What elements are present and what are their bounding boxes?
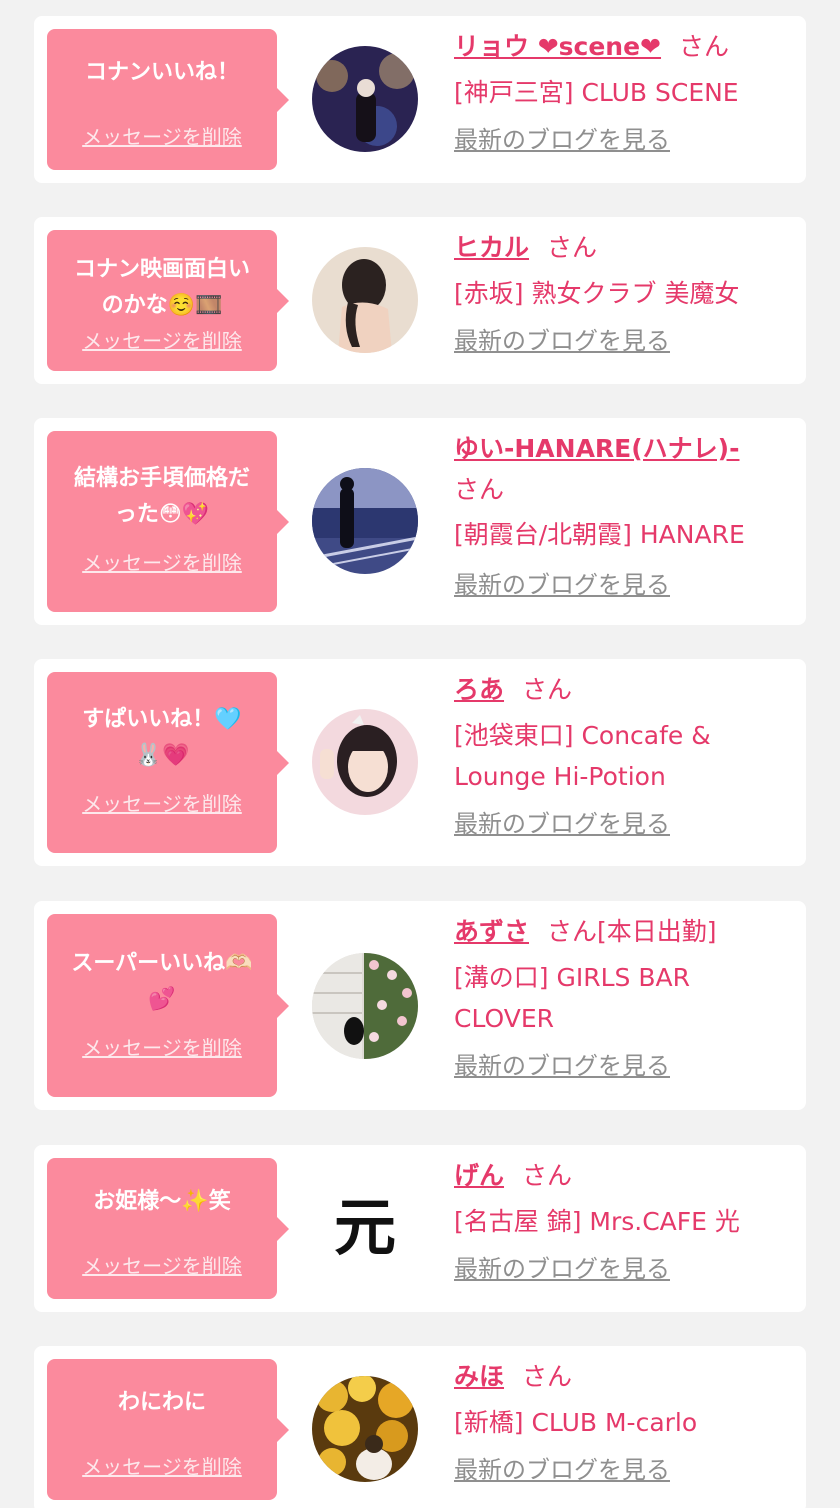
message-text: お姫様〜✨笑 — [93, 1189, 231, 1214]
delete-message-link[interactable]: メッセージを削除 — [47, 792, 277, 816]
honorific: さん — [522, 1362, 573, 1391]
avatar-icon[interactable] — [312, 468, 418, 574]
latest-blog-link[interactable]: 最新のブログを見る — [454, 809, 784, 839]
list-item: コナンいいね！ メッセージを削除 リョウ ❤scene❤ さん [神戸三宮] CL… — [34, 16, 806, 183]
message-bubble: わにわに メッセージを削除 — [47, 1359, 289, 1500]
honorific: さん — [547, 233, 598, 262]
avatar-icon[interactable] — [312, 247, 418, 353]
attendance-badge: [本日出勤] — [597, 917, 717, 946]
shop-name: [朝霞台/北朝霞] HANARE — [454, 520, 745, 549]
user-info: ろあ さん [池袋東口] Concafe & Lounge Hi-Potion 最… — [454, 669, 784, 839]
delete-message-link[interactable]: メッセージを削除 — [47, 1254, 277, 1278]
list-item: 結構お手頃価格だ った😳💖 メッセージを削除 ゆい-HANARE(ハナレ)- さ… — [34, 418, 806, 625]
shop-name: Lounge Hi-Potion — [454, 762, 666, 791]
user-info: ヒカル さん [赤坂] 熟女クラブ 美魔女 最新のブログを見る — [454, 227, 784, 356]
shop-name: CLOVER — [454, 1004, 554, 1033]
shop-name: [池袋東口] Concafe & — [454, 721, 711, 750]
honorific: さん — [522, 675, 573, 704]
latest-blog-link[interactable]: 最新のブログを見る — [454, 1051, 784, 1081]
shop-name: [名古屋 錦] Mrs.CAFE 光 — [454, 1207, 740, 1236]
message-text: わにわに — [117, 1390, 206, 1415]
message-bubble: お姫様〜✨笑 メッセージを削除 — [47, 1158, 289, 1299]
avatar-kanji: 元 — [334, 1191, 396, 1264]
message-bubble: コナン映画面白い のかな☺️🎞️ メッセージを削除 — [47, 230, 289, 371]
list-item: スーパーいいね🫶🏻 💕 メッセージを削除 あずさ さん[本日出勤] [溝の口] G… — [34, 901, 806, 1110]
user-name-link[interactable]: リョウ ❤scene❤ — [454, 32, 661, 61]
message-text: 結構お手頃価格だ った😳💖 — [73, 466, 250, 527]
list-item: お姫様〜✨笑 メッセージを削除 元 げん さん [名古屋 錦] Mrs.CAFE … — [34, 1145, 806, 1312]
user-info: あずさ さん[本日出勤] [溝の口] GIRLS BAR CLOVER 最新のブロ… — [454, 911, 784, 1081]
latest-blog-link[interactable]: 最新のブログを見る — [454, 326, 784, 356]
delete-message-link[interactable]: メッセージを削除 — [47, 125, 277, 149]
list-item: コナン映画面白い のかな☺️🎞️ メッセージを削除 ヒカル さん [赤坂] 熟女ク… — [34, 217, 806, 384]
message-text: スーパーいいね🫶🏻 💕 — [71, 951, 253, 1012]
delete-message-link[interactable]: メッセージを削除 — [47, 1036, 277, 1060]
list-item: すぱいいね！🩵 🐰💗 メッセージを削除 ろあ さん [池袋東口] Concafe … — [34, 659, 806, 866]
avatar-icon[interactable] — [312, 46, 418, 152]
user-name-link[interactable]: げん — [454, 1161, 504, 1190]
user-name-link[interactable]: あずさ — [454, 917, 529, 946]
honorific: さん — [454, 475, 505, 504]
shop-name: [新橋] CLUB M-carlo — [454, 1408, 698, 1437]
delete-message-link[interactable]: メッセージを削除 — [47, 551, 277, 575]
honorific: さん — [522, 1161, 573, 1190]
message-text: すぱいいね！🩵 🐰💗 — [82, 707, 242, 768]
avatar-icon[interactable] — [312, 709, 418, 815]
message-bubble: コナンいいね！ メッセージを削除 — [47, 29, 289, 170]
user-info: みほ さん [新橋] CLUB M-carlo 最新のブログを見る — [454, 1356, 784, 1485]
user-name-link[interactable]: ヒカル — [454, 233, 529, 262]
avatar-icon[interactable] — [312, 1376, 418, 1482]
latest-blog-link[interactable]: 最新のブログを見る — [454, 1254, 784, 1284]
user-info: ゆい-HANARE(ハナレ)- さん [朝霞台/北朝霞] HANARE 最新のブ… — [454, 428, 784, 600]
latest-blog-link[interactable]: 最新のブログを見る — [454, 1455, 784, 1485]
latest-blog-link[interactable]: 最新のブログを見る — [454, 125, 784, 155]
user-info: げん さん [名古屋 錦] Mrs.CAFE 光 最新のブログを見る — [454, 1155, 784, 1284]
avatar-icon[interactable] — [312, 953, 418, 1059]
message-text: コナンいいね！ — [84, 60, 239, 85]
user-name-link[interactable]: みほ — [454, 1362, 504, 1391]
honorific: さん — [679, 32, 730, 61]
message-text: コナン映画面白い のかな☺️🎞️ — [73, 257, 250, 318]
shop-name: [赤坂] 熟女クラブ 美魔女 — [454, 279, 740, 308]
message-bubble: 結構お手頃価格だ った😳💖 メッセージを削除 — [47, 431, 289, 612]
shop-name: [溝の口] GIRLS BAR — [454, 963, 690, 992]
delete-message-link[interactable]: メッセージを削除 — [47, 329, 277, 353]
list-item: わにわに メッセージを削除 みほ さん [新橋] CLUB M-carlo 最新の… — [34, 1346, 806, 1508]
message-bubble: スーパーいいね🫶🏻 💕 メッセージを削除 — [47, 914, 289, 1097]
user-name-link[interactable]: ゆい-HANARE(ハナレ)- — [454, 434, 739, 463]
honorific: さん — [547, 917, 598, 946]
latest-blog-link[interactable]: 最新のブログを見る — [454, 570, 784, 600]
user-name-link[interactable]: ろあ — [454, 675, 504, 704]
user-info: リョウ ❤scene❤ さん [神戸三宮] CLUB SCENE 最新のブログを見… — [454, 26, 784, 155]
message-bubble: すぱいいね！🩵 🐰💗 メッセージを削除 — [47, 672, 289, 853]
avatar-icon[interactable]: 元 — [312, 1175, 418, 1281]
shop-name: [神戸三宮] CLUB SCENE — [454, 78, 739, 107]
delete-message-link[interactable]: メッセージを削除 — [47, 1455, 277, 1479]
